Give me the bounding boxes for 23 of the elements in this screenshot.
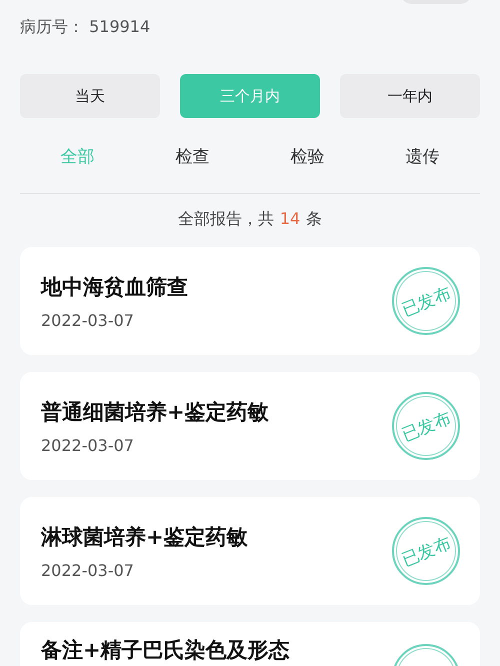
report-date: 2022-03-07 bbox=[41, 560, 135, 580]
record-number: 病历号： 519914 bbox=[19, 16, 152, 38]
report-title: 普通细菌培养+鉴定药敏 bbox=[41, 398, 269, 426]
summary-text: 全部报告，共 bbox=[178, 209, 274, 230]
range-tab[interactable]: 当天 bbox=[20, 74, 160, 118]
category-tab[interactable]: 遗传 bbox=[398, 140, 448, 173]
report-title: 备注+精子巴氏染色及形态 bbox=[41, 637, 290, 664]
category-tab[interactable]: 检查 bbox=[168, 140, 218, 173]
report-count: 14 bbox=[280, 209, 300, 230]
range-tab[interactable]: 一年内 bbox=[340, 74, 480, 118]
category-tab[interactable]: 检验 bbox=[282, 140, 332, 173]
report-card[interactable]: 地中海贫血筛查 2022-03-07 已发布 bbox=[20, 247, 480, 355]
status-stamp: 已发布 bbox=[392, 267, 460, 335]
report-title: 地中海贫血筛查 bbox=[41, 274, 188, 300]
report-card[interactable]: 淋球菌培养+鉴定药敏 2022-03-07 已发布 bbox=[20, 497, 480, 605]
report-card[interactable]: 备注+精子巴氏染色及形态 bbox=[20, 622, 480, 666]
status-stamp: 已发布 bbox=[392, 517, 460, 585]
status-stamp: 已发布 bbox=[392, 392, 460, 460]
report-title: 淋球菌培养+鉴定药敏 bbox=[41, 524, 248, 550]
report-card[interactable]: 普通细菌培养+鉴定药敏 2022-03-07 已发布 bbox=[20, 372, 480, 480]
report-date: 2022-03-07 bbox=[41, 310, 135, 330]
report-date: 2022-03-07 bbox=[41, 436, 135, 454]
summary-text: 条 bbox=[306, 209, 322, 230]
